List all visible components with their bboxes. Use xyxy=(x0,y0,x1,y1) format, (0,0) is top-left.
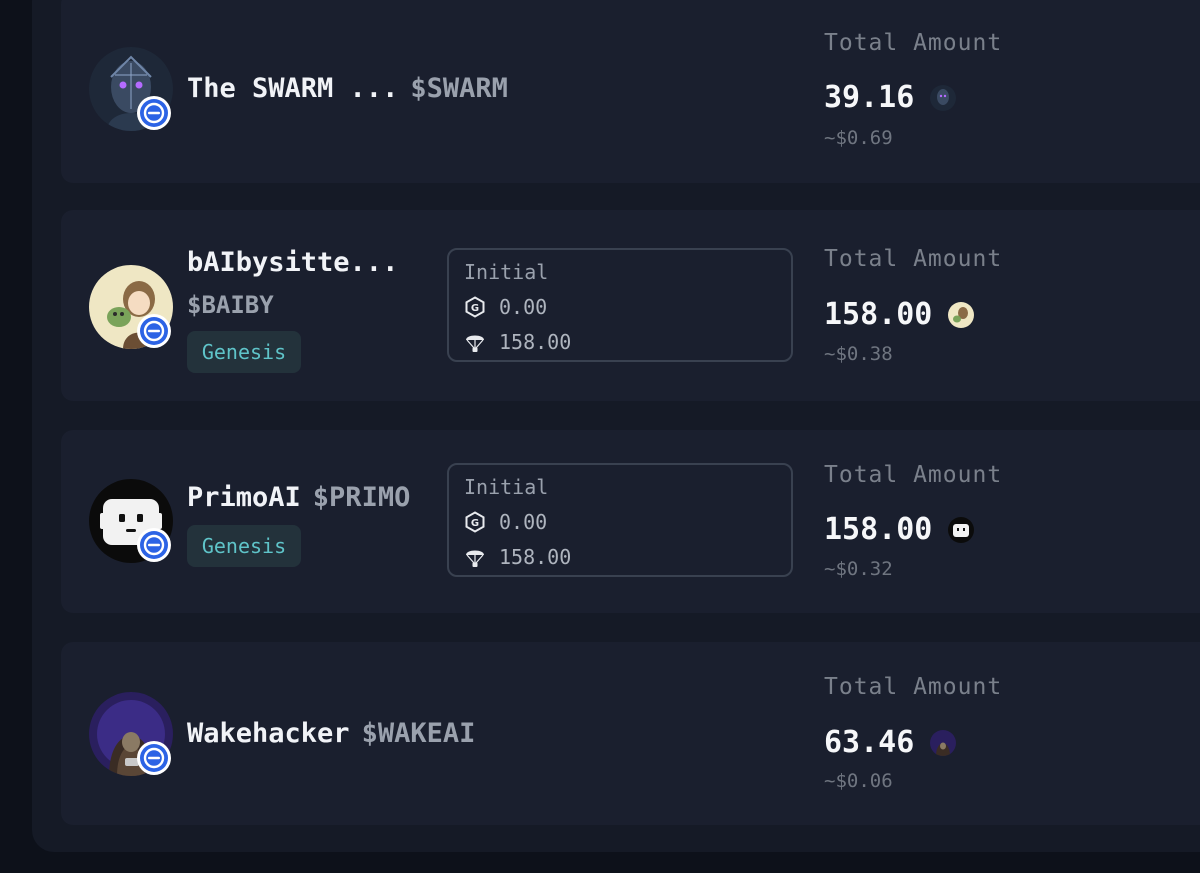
initial-g-amount: 0.00 xyxy=(499,295,548,319)
token-card-baiby[interactable]: bAIbysitte... $BAIBY Genesis Initial 0.0… xyxy=(61,210,1200,401)
initial-airdrop-amount: 158.00 xyxy=(499,330,572,354)
parachute-icon xyxy=(464,331,486,353)
token-card-swarm[interactable]: The SWARM ... $SWARM Total Amount 39.16 ~… xyxy=(61,0,1200,183)
total-amount-value: 63.46 xyxy=(824,725,915,760)
wakeai-token-icon xyxy=(930,729,957,756)
token-ticker: $PRIMO xyxy=(312,482,411,513)
token-name: PrimoAI xyxy=(187,482,301,513)
minus-circle-icon[interactable] xyxy=(136,527,172,563)
total-amount-label: Total Amount xyxy=(824,462,1003,488)
minus-circle-icon[interactable] xyxy=(136,95,172,131)
usd-value: ~$0.69 xyxy=(824,127,893,149)
token-card-wakeai[interactable]: Wakehacker $WAKEAI Total Amount 63.46 ~$0… xyxy=(61,642,1200,825)
token-name: The SWARM ... xyxy=(187,73,399,104)
swarm-token-icon xyxy=(930,84,957,111)
token-card-primo[interactable]: PrimoAI $PRIMO Genesis Initial 0.00 158.0… xyxy=(61,430,1200,613)
total-amount-label: Total Amount xyxy=(824,30,1003,56)
token-avatar-wrap xyxy=(89,265,173,349)
g-hexagon-icon xyxy=(464,296,486,318)
total-amount-label: Total Amount xyxy=(824,246,1003,272)
total-amount-value: 158.00 xyxy=(824,297,933,332)
primo-token-icon xyxy=(948,516,975,543)
initial-label: Initial xyxy=(464,260,549,284)
parachute-icon xyxy=(464,546,486,568)
token-ticker: $WAKEAI xyxy=(361,718,476,749)
initial-label: Initial xyxy=(464,475,549,499)
total-amount-value: 39.16 xyxy=(824,80,915,115)
total-amount-value: 158.00 xyxy=(824,512,933,547)
genesis-badge: Genesis xyxy=(187,331,301,373)
token-name: Wakehacker xyxy=(187,718,350,749)
usd-value: ~$0.32 xyxy=(824,558,893,580)
usd-value: ~$0.38 xyxy=(824,343,893,365)
initial-airdrop-amount: 158.00 xyxy=(499,545,572,569)
baiby-token-icon xyxy=(948,301,975,328)
token-avatar-wrap xyxy=(89,479,173,563)
token-name: bAIbysitte... xyxy=(187,247,399,278)
token-avatar-wrap xyxy=(89,47,173,131)
minus-circle-icon[interactable] xyxy=(136,313,172,349)
usd-value: ~$0.06 xyxy=(824,770,893,792)
genesis-badge: Genesis xyxy=(187,525,301,567)
token-ticker: $BAIBY xyxy=(187,291,274,319)
initial-allocation-box: Initial 0.00 158.00 xyxy=(447,463,793,577)
minus-circle-icon[interactable] xyxy=(136,740,172,776)
token-avatar-wrap xyxy=(89,692,173,776)
initial-allocation-box: Initial 0.00 158.00 xyxy=(447,248,793,362)
total-amount-label: Total Amount xyxy=(824,674,1003,700)
token-ticker: $SWARM xyxy=(410,73,508,104)
initial-g-amount: 0.00 xyxy=(499,510,548,534)
g-hexagon-icon xyxy=(464,511,486,533)
